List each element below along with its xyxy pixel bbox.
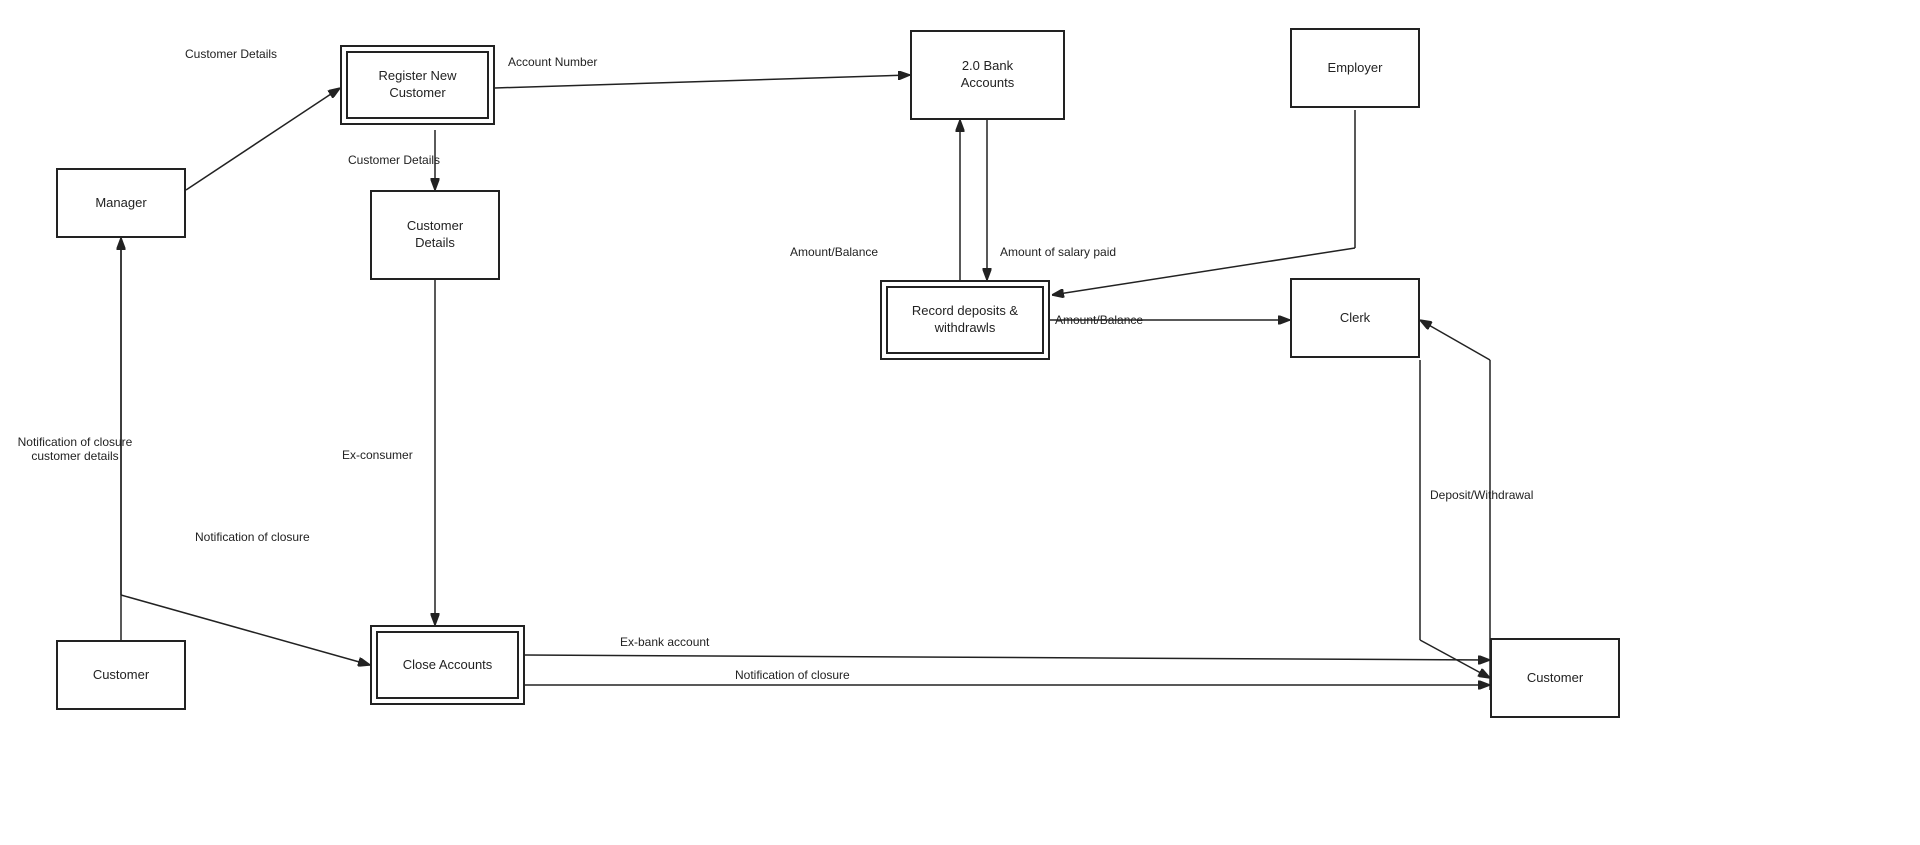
clerk-box: Clerk (1290, 278, 1420, 358)
customer-details-box: CustomerDetails (370, 190, 500, 280)
record-deposits-box: Record deposits &withdrawls (880, 280, 1050, 360)
arrows-svg (0, 0, 1920, 845)
label-customer-details-2: Customer Details (348, 153, 440, 167)
label-notification-closure: Notification of closure (195, 530, 310, 544)
manager-box: Manager (56, 168, 186, 238)
label-notification-closure-2: Notification of closure (735, 668, 850, 682)
label-amount-balance-2: Amount/Balance (1055, 313, 1143, 327)
label-deposit-withdrawal: Deposit/Withdrawal (1430, 488, 1533, 502)
label-ex-bank-account: Ex-bank account (620, 635, 709, 649)
label-amount-balance-1: Amount/Balance (790, 245, 878, 259)
register-new-customer-box: Register NewCustomer (340, 45, 495, 125)
employer-box: Employer (1290, 28, 1420, 108)
label-customer-details-1: Customer Details (185, 47, 277, 61)
label-amount-salary: Amount of salary paid (1000, 245, 1116, 259)
close-accounts-box: Close Accounts (370, 625, 525, 705)
customer-right-box: Customer (1490, 638, 1620, 718)
bank-accounts-box: 2.0 BankAccounts (910, 30, 1065, 120)
label-notification-closure-customer: Notification of closure customer details (10, 435, 140, 463)
label-account-number: Account Number (508, 55, 597, 69)
label-ex-consumer: Ex-consumer (342, 448, 413, 462)
diagram-container: Manager Customer Register NewCustomer Cu… (0, 0, 1920, 845)
customer-bottom-box: Customer (56, 640, 186, 710)
